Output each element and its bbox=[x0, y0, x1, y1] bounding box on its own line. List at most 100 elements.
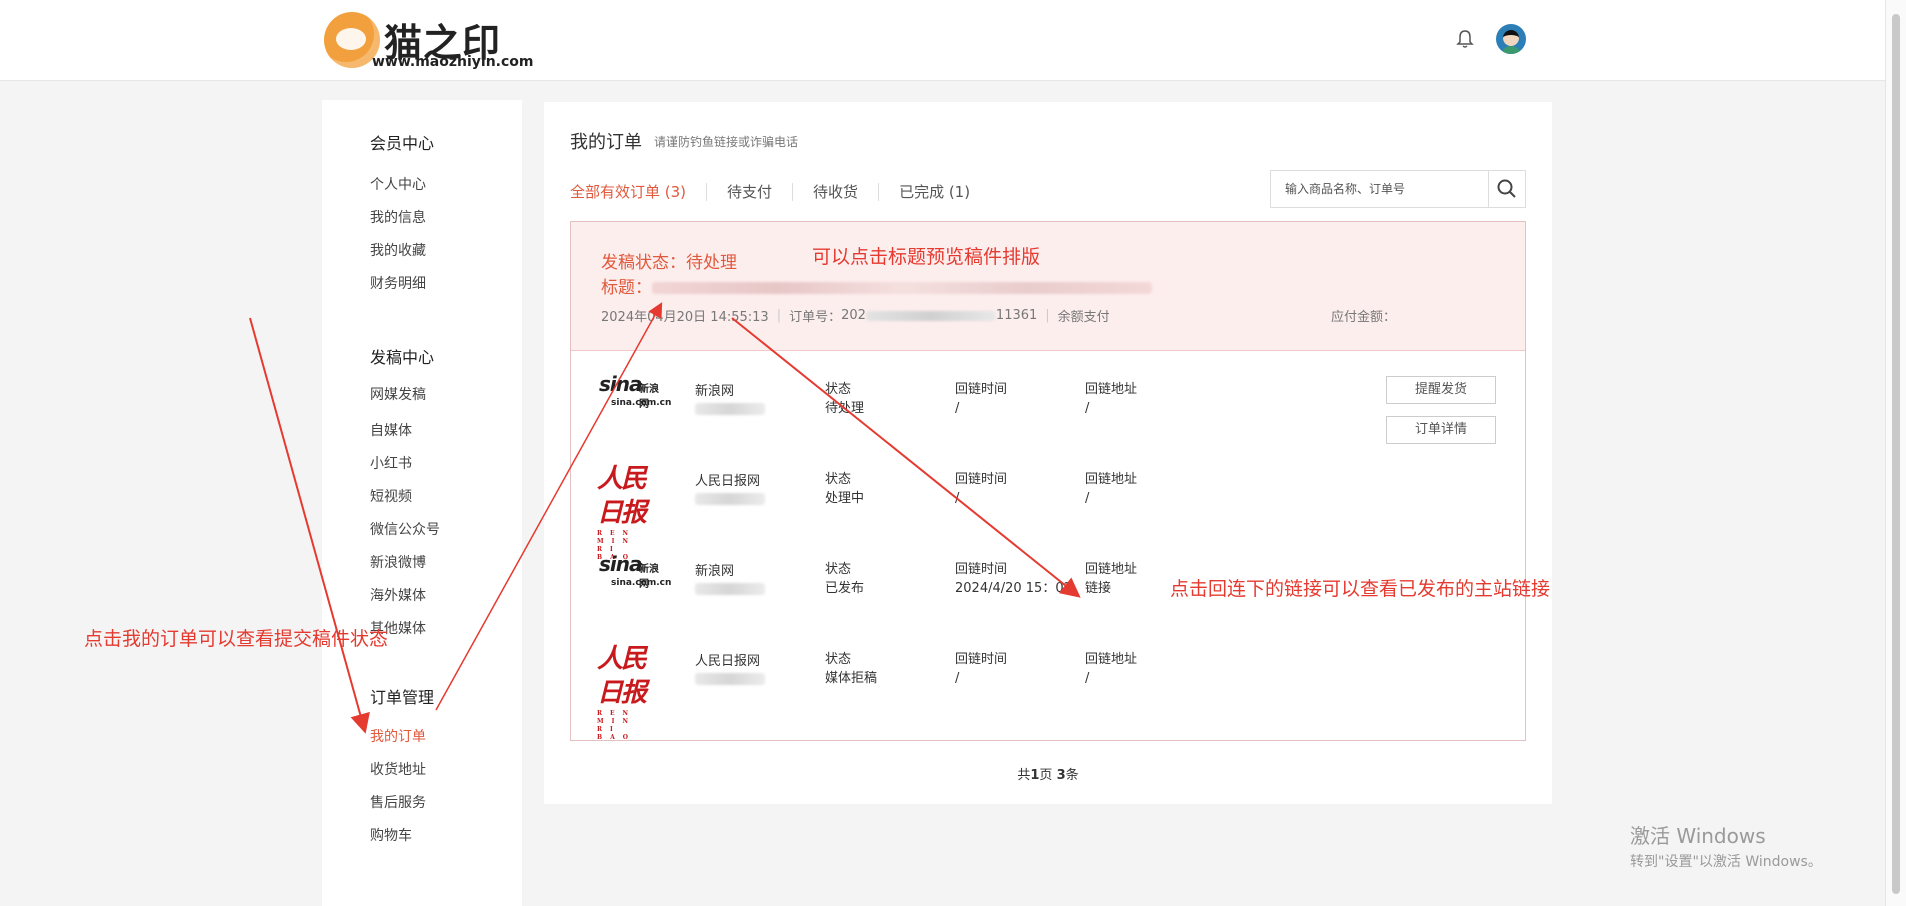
order-search-input[interactable] bbox=[1271, 171, 1491, 207]
sidebar-item-wechat[interactable]: 微信公众号 bbox=[370, 519, 440, 539]
tab-pending-payment[interactable]: 待支付 bbox=[706, 183, 792, 201]
sidebar-item-address[interactable]: 收货地址 bbox=[370, 759, 426, 779]
order-number-prefix: 202 bbox=[841, 308, 866, 323]
backlink-time-value: / bbox=[955, 401, 960, 416]
security-notice: 请谨防钓鱼链接或诈骗电话 bbox=[654, 135, 799, 149]
backlink-url-value: / bbox=[1085, 401, 1090, 416]
status-label: 状态 bbox=[825, 562, 852, 577]
watermark-line2: 转到"设置"以激活 Windows。 bbox=[1630, 854, 1822, 870]
status-cell: 状态 处理中 bbox=[825, 470, 864, 508]
backlink-time-cell: 回链时间 / bbox=[955, 470, 1007, 508]
sina-logo: sina 新浪网 sina.com.cn bbox=[599, 372, 671, 424]
status-cell: 状态 媒体拒稿 bbox=[825, 650, 877, 688]
payable-amount-redacted bbox=[1382, 309, 1492, 323]
sidebar-item-after-sales[interactable]: 售后服务 bbox=[370, 792, 426, 812]
order-title-label: 标题： bbox=[601, 278, 652, 298]
order-number-redacted bbox=[865, 310, 996, 321]
backlink-time-cell: 回链时间 / bbox=[955, 380, 1007, 418]
status-value: 处理中 bbox=[825, 491, 865, 506]
sidebar-item-my-orders[interactable]: 我的订单 bbox=[370, 726, 426, 746]
backlink-time-label: 回链时间 bbox=[955, 382, 1008, 397]
order-search bbox=[1270, 170, 1526, 208]
search-icon bbox=[1497, 179, 1516, 198]
sidebar-item-finance[interactable]: 财务明细 bbox=[370, 273, 426, 293]
table-row: 人民日报 REN MIN RI BAO 人民日报网 状态 媒体拒稿 回链时间 / 回链… bbox=[571, 628, 1525, 741]
sidebar-section-orders: 订单管理 bbox=[370, 688, 435, 707]
pager-mid: 页 bbox=[1039, 768, 1057, 783]
media-name: 新浪网 bbox=[695, 384, 735, 399]
pagination-summary: 共1页 3条 bbox=[544, 764, 1552, 783]
backlink-time-value: / bbox=[955, 491, 960, 506]
status-cell: 状态 待处理 bbox=[825, 380, 864, 418]
backlink-url-label: 回链地址 bbox=[1085, 472, 1138, 487]
sidebar-item-web-media[interactable]: 网媒发稿 bbox=[370, 384, 426, 404]
sina-logo-word: sina bbox=[599, 552, 642, 576]
backlink-url-cell: 回链地址 / bbox=[1085, 650, 1137, 688]
backlink-url-label: 回链地址 bbox=[1085, 652, 1138, 667]
backlink-url-value: / bbox=[1085, 491, 1090, 506]
sidebar-item-personal-center[interactable]: 个人中心 bbox=[370, 174, 426, 194]
media-detail-redacted bbox=[695, 398, 765, 417]
sidebar-item-overseas[interactable]: 海外媒体 bbox=[370, 585, 426, 605]
sidebar-item-favorites[interactable]: 我的收藏 bbox=[370, 240, 426, 260]
meta-divider: | bbox=[776, 308, 782, 323]
order-tabs: 全部有效订单 (3) 待支付 待收货 已完成 (1) bbox=[570, 182, 990, 202]
search-button[interactable] bbox=[1488, 171, 1525, 207]
rmrb-logo-word: 人民日报 bbox=[597, 464, 647, 528]
status-value: 已发布 bbox=[825, 581, 865, 596]
backlink-time-value: 2024/4/20 15：02 bbox=[955, 581, 1072, 596]
status-label: 状态 bbox=[825, 382, 852, 397]
order-date: 2024年04月20日 14:55:13 bbox=[601, 310, 769, 325]
media-detail-redacted bbox=[695, 488, 765, 507]
people-daily-logo: 人民日报 REN MIN RI BAO bbox=[597, 462, 661, 561]
people-daily-logo: 人民日报 REN MIN RI BAO bbox=[597, 642, 661, 741]
pager-suffix: 条 bbox=[1065, 768, 1079, 783]
sidebar-item-short-video[interactable]: 短视频 bbox=[370, 486, 412, 506]
media-name: 新浪网 bbox=[695, 564, 735, 579]
user-avatar[interactable] bbox=[1496, 24, 1526, 54]
tab-all-orders[interactable]: 全部有效订单 (3) bbox=[570, 183, 706, 201]
annotation-backlink: 点击回连下的链接可以查看已发布的主站链接 bbox=[1170, 578, 1551, 600]
order-number-suffix: 11361 bbox=[995, 308, 1038, 323]
order-card: 发稿状态：待处理 标题： 2024年04月20日 14:55:13 | 订单号：… bbox=[570, 221, 1526, 741]
tab-pending-receipt[interactable]: 待收货 bbox=[792, 183, 878, 201]
sidebar-item-cart[interactable]: 购物车 bbox=[370, 825, 412, 845]
order-details-button[interactable]: 订单详情 bbox=[1386, 416, 1496, 444]
backlink-url-cell: 回链地址 / bbox=[1085, 470, 1137, 508]
sina-logo-domain: sina.com.cn bbox=[611, 398, 672, 408]
backlink-time-cell: 回链时间 / bbox=[955, 650, 1007, 688]
sidebar-item-xiaohongshu[interactable]: 小红书 bbox=[370, 453, 412, 473]
sidebar-item-self-media[interactable]: 自媒体 bbox=[370, 420, 412, 440]
remind-shipment-button[interactable]: 提醒发货 bbox=[1386, 376, 1496, 404]
status-value: 待处理 bbox=[825, 401, 865, 416]
rmrb-logo-word: 人民日报 bbox=[597, 644, 647, 708]
sidebar-section-member: 会员中心 bbox=[370, 134, 435, 153]
backlink-url-cell: 回链地址 / bbox=[1085, 380, 1137, 418]
logo-url: www.maozhiyin.com bbox=[372, 54, 534, 70]
tab-completed[interactable]: 已完成 (1) bbox=[878, 183, 990, 201]
backlink-url-label: 回链地址 bbox=[1085, 382, 1138, 397]
order-title-link[interactable]: 标题： bbox=[601, 273, 1152, 298]
table-row: sina 新浪网 sina.com.cn 新浪网 状态待处理 回链时间 / 回链地址 /… bbox=[571, 358, 1525, 444]
bell-icon[interactable] bbox=[1454, 28, 1476, 50]
order-number-label: 订单号： bbox=[789, 310, 842, 325]
payable-amount: 应付金额： bbox=[1331, 306, 1492, 325]
sidebar-section-publish: 发稿中心 bbox=[370, 348, 435, 367]
backlink-url-cell: 回链地址 链接 bbox=[1085, 560, 1137, 598]
rmrb-logo-pinyin: REN MIN RI BAO bbox=[597, 710, 637, 741]
sidebar: 会员中心 个人中心 我的信息 我的收藏 财务明细 发稿中心 网媒发稿 自媒体 小… bbox=[322, 100, 522, 906]
site-logo[interactable]: 猫之印 www.maozhiyin.com bbox=[324, 10, 534, 72]
windows-activation-watermark: 激活 Windows 转到"设置"以激活 Windows。 bbox=[1630, 820, 1822, 871]
scrollbar-thumb[interactable] bbox=[1892, 14, 1900, 894]
status-label: 状态 bbox=[825, 472, 852, 487]
sidebar-item-weibo[interactable]: 新浪微博 bbox=[370, 552, 426, 572]
order-meta: 2024年04月20日 14:55:13 | 订单号： 202 11361 | … bbox=[601, 306, 1110, 325]
sidebar-item-my-info[interactable]: 我的信息 bbox=[370, 207, 426, 227]
watermark-line1: 激活 Windows bbox=[1630, 824, 1766, 848]
page-title: 我的订单 bbox=[570, 132, 642, 153]
meta-divider: | bbox=[1045, 308, 1050, 323]
media-detail-redacted bbox=[695, 668, 765, 687]
backlink-time-cell: 回链时间 2024/4/20 15：02 bbox=[955, 560, 1072, 598]
backlink-url-link[interactable]: 链接 bbox=[1085, 579, 1137, 598]
page-scrollbar[interactable] bbox=[1885, 0, 1906, 906]
